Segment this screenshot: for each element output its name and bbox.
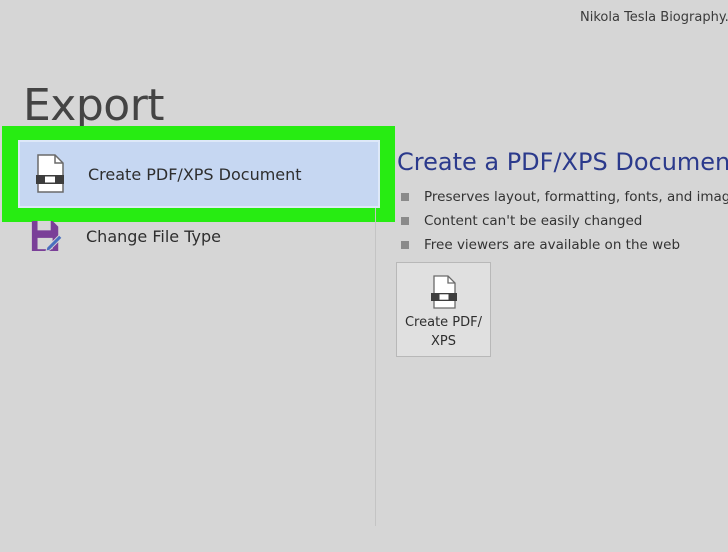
page-title: Export xyxy=(23,80,165,131)
create-pdf-xps-option[interactable]: Create PDF/XPS Document xyxy=(18,140,380,208)
create-pdf-xps-button[interactable]: Create PDF/ XPS xyxy=(396,262,491,357)
panel-divider xyxy=(375,208,376,526)
change-file-type-icon xyxy=(31,220,62,252)
change-file-type-option[interactable]: Change File Type xyxy=(18,214,380,258)
feature-item: Preserves layout, formatting, fonts, and… xyxy=(401,185,728,209)
create-pdf-xps-label: Create PDF/XPS Document xyxy=(88,164,302,184)
feature-item: Free viewers are available on the web xyxy=(401,233,728,257)
section-heading: Create a PDF/XPS Document xyxy=(397,148,728,176)
feature-item: Content can't be easily changed xyxy=(401,209,728,233)
pdf-document-icon xyxy=(36,154,64,193)
feature-text: Free viewers are available on the web xyxy=(424,237,681,253)
create-pdf-xps-button-label: Create PDF/ XPS xyxy=(404,315,483,349)
pdf-document-icon xyxy=(430,275,457,309)
feature-text: Content can't be easily changed xyxy=(424,213,643,229)
feature-text: Preserves layout, formatting, fonts, and… xyxy=(424,189,728,205)
change-file-type-label: Change File Type xyxy=(86,226,221,246)
feature-list: Preserves layout, formatting, fonts, and… xyxy=(401,185,728,257)
bullet-square-icon xyxy=(401,193,409,201)
bullet-square-icon xyxy=(401,217,409,225)
bullet-square-icon xyxy=(401,241,409,249)
document-title: Nikola Tesla Biography.docx xyxy=(580,10,728,25)
